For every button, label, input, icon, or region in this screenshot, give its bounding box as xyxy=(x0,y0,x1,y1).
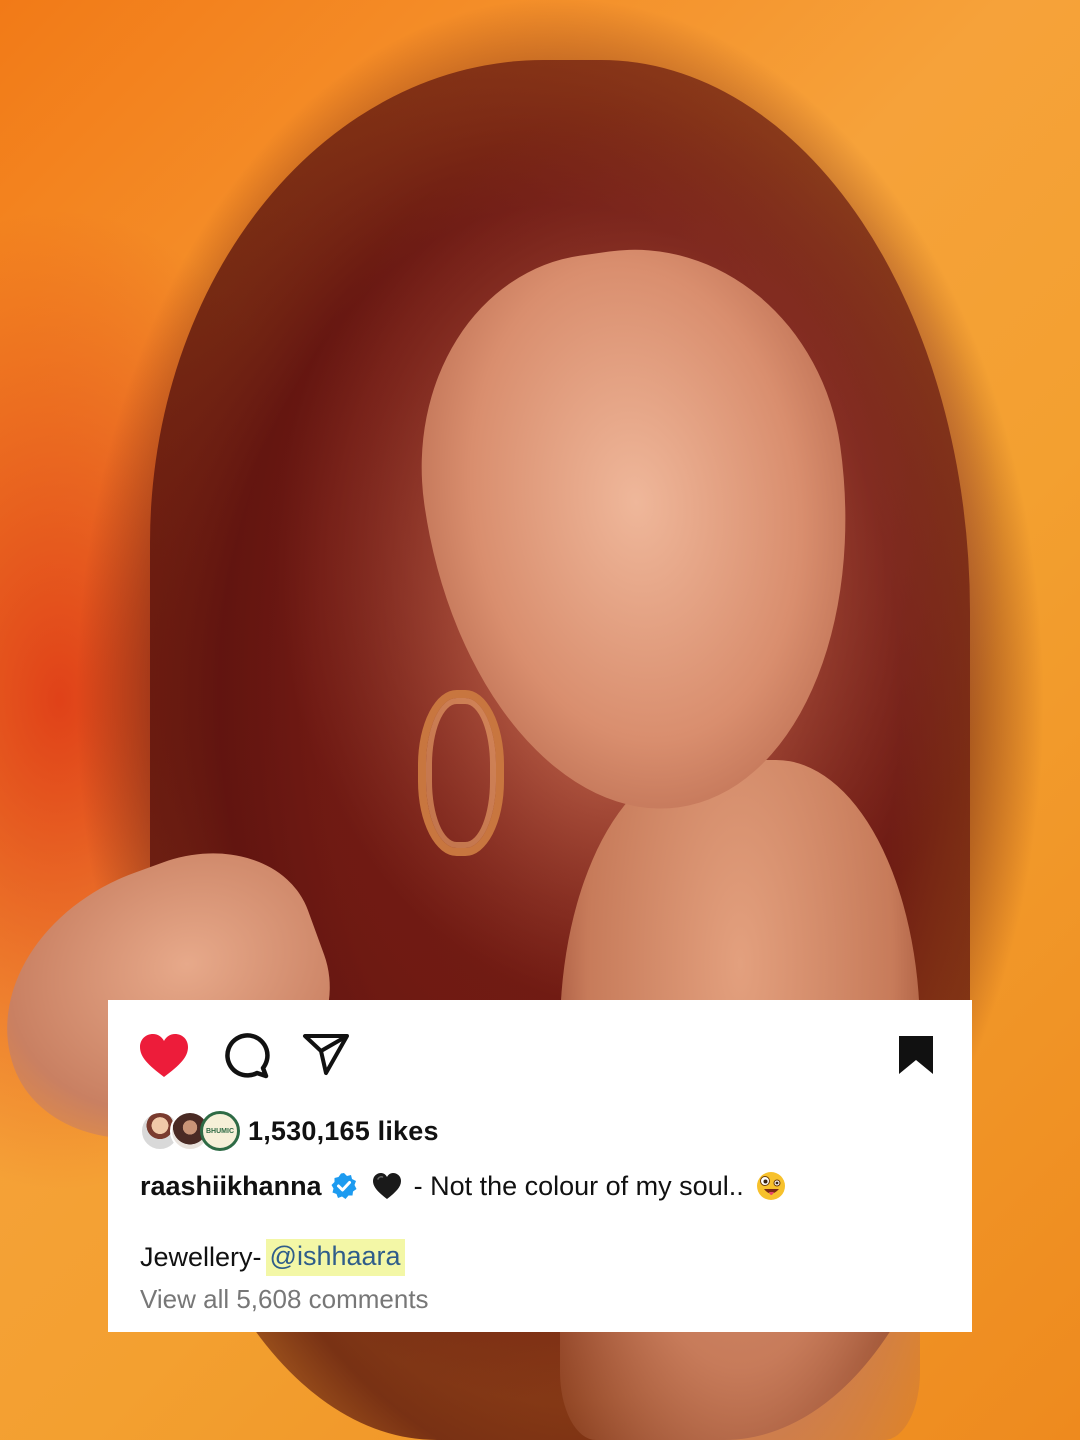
liked-by-avatars[interactable]: BHUMIC xyxy=(140,1111,248,1151)
like-count[interactable]: 1,530,165 likes xyxy=(248,1116,439,1147)
username-link[interactable]: raashiikhanna xyxy=(140,1171,322,1202)
comment-bubble-icon[interactable] xyxy=(222,1032,270,1080)
caption-row: raashiikhanna - Not the colour of my sou… xyxy=(140,1166,786,1206)
earring-shape xyxy=(418,690,504,856)
post-info-card: BHUMIC 1,530,165 likes raashiikhanna - N… xyxy=(108,1000,972,1332)
jewellery-label: Jewellery- xyxy=(140,1241,262,1272)
zany-face-emoji-icon xyxy=(756,1172,785,1200)
jewellery-credit-row: Jewellery- @ishhaara xyxy=(140,1236,405,1278)
mention-link[interactable]: @ishhaara xyxy=(265,1238,405,1276)
caption-text: - Not the colour of my soul.. xyxy=(413,1170,744,1201)
bookmark-filled-icon[interactable] xyxy=(897,1034,935,1076)
heart-filled-icon[interactable] xyxy=(138,1033,190,1079)
view-comments-link[interactable]: View all 5,608 comments xyxy=(140,1284,429,1315)
avatar-logo-text: BHUMIC xyxy=(206,1127,234,1135)
black-heart-icon xyxy=(372,1173,401,1199)
paper-plane-icon[interactable] xyxy=(302,1032,350,1076)
avatar[interactable]: BHUMIC xyxy=(200,1111,240,1151)
likes-row[interactable]: BHUMIC 1,530,165 likes xyxy=(140,1110,439,1152)
verified-badge-icon xyxy=(331,1173,357,1199)
